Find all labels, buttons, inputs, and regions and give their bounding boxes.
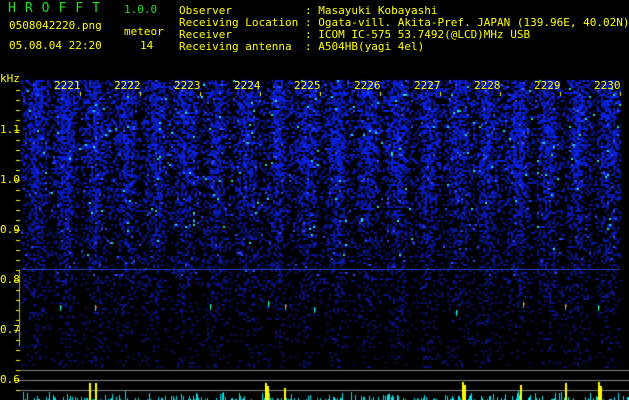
y-unit-label: kHz [0, 72, 20, 85]
spectrogram-canvas [0, 0, 629, 400]
time-label: 2229 [534, 79, 561, 92]
antenna-value: : A504HB(yagi 4el) [305, 40, 425, 53]
time-label: 2226 [354, 79, 381, 92]
app-title: HROFFT [8, 1, 109, 16]
time-label: 2223 [174, 79, 201, 92]
time-label: 2221 [54, 79, 81, 92]
y-tick-label: 0.6 [0, 373, 20, 386]
y-tick-label: 1.0 [0, 173, 20, 186]
time-label: 2227 [414, 79, 441, 92]
y-tick-label: 0.8 [0, 273, 20, 286]
file-datetime: 05.08.04 22:20 [9, 39, 102, 52]
app-version: 1.0.0 [124, 3, 158, 16]
time-label: 2228 [474, 79, 501, 92]
antenna-label: Receiving antenna [179, 40, 292, 53]
y-tick-label: 1.1 [0, 123, 20, 136]
meteor-label: meteor [124, 25, 164, 38]
time-label: 2225 [294, 79, 321, 92]
y-tick-label: 0.9 [0, 223, 20, 236]
y-tick-label: 0.7 [0, 323, 20, 336]
meteor-count: 14 [140, 39, 154, 52]
time-label: 2230 [594, 79, 621, 92]
file-name: 0508042220.png [9, 19, 102, 32]
time-label: 2224 [234, 79, 261, 92]
time-label: 2222 [114, 79, 141, 92]
